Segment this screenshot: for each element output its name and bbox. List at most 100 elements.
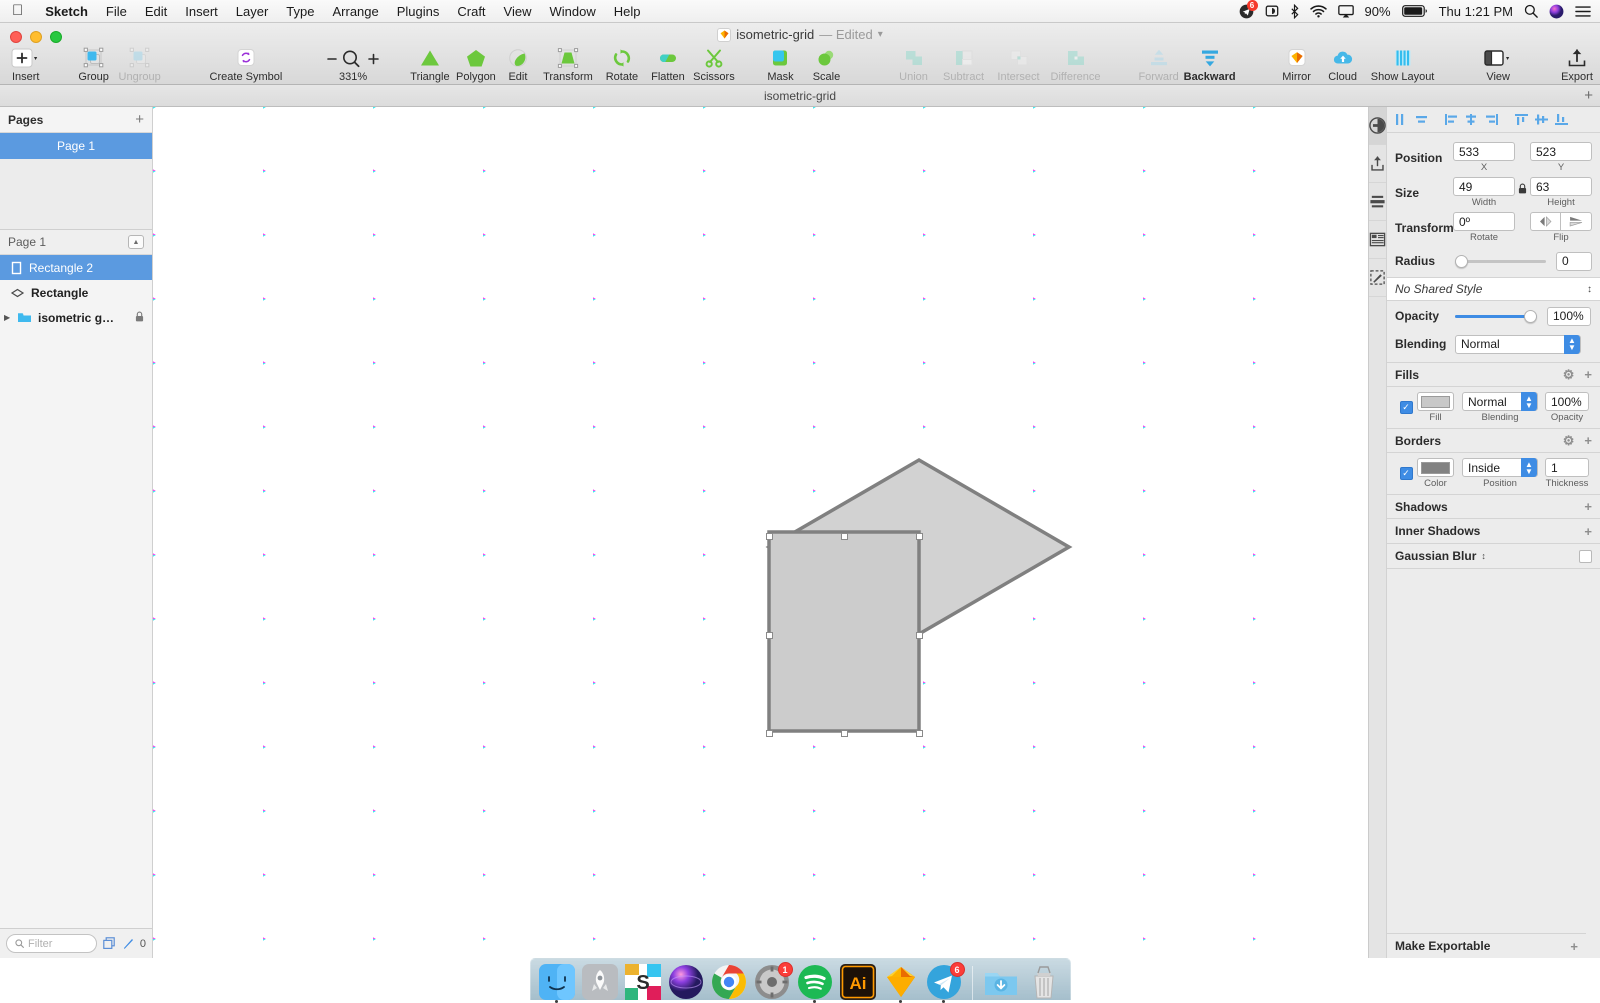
flip-vertical-icon[interactable] xyxy=(1561,212,1592,231)
toolbar-edit[interactable]: Edit xyxy=(499,45,537,83)
handle-top-left[interactable] xyxy=(766,533,773,540)
borders-gear-icon[interactable]: ⚙ xyxy=(1563,433,1575,449)
chevron-right-icon[interactable]: ▶ xyxy=(4,313,12,322)
distribute-h-icon[interactable] xyxy=(1463,112,1480,128)
distribute-v-icon[interactable] xyxy=(1533,112,1550,128)
layer-row-rectangle-2[interactable]: Rectangle 2 xyxy=(0,255,152,280)
fill-blending-select[interactable]: Normal ▲▼ xyxy=(1462,392,1538,411)
new-tab-button[interactable]: + xyxy=(1584,87,1593,104)
dock-app-finder[interactable] xyxy=(539,964,575,1000)
shape-selected-rectangle[interactable] xyxy=(769,532,919,731)
airplay-icon[interactable] xyxy=(1338,5,1354,18)
border-thickness-input[interactable]: 1 xyxy=(1545,458,1589,477)
handle-middle-right[interactable] xyxy=(916,632,923,639)
toolbar-scissors[interactable]: Scissors xyxy=(691,45,737,83)
handle-bottom-center[interactable] xyxy=(841,730,848,737)
dock-app-chrome[interactable] xyxy=(711,964,747,1000)
add-page-button[interactable]: + xyxy=(135,111,144,128)
menu-type[interactable]: Type xyxy=(277,0,323,23)
telegram-menu-icon[interactable]: 6 xyxy=(1239,4,1254,19)
toolbar-export[interactable]: Export xyxy=(1554,45,1600,83)
borders-add-button[interactable]: + xyxy=(1584,433,1592,449)
shadows-add-button[interactable]: + xyxy=(1584,499,1592,514)
dock-downloads-folder[interactable] xyxy=(983,964,1019,1000)
toolbar-backward[interactable]: Backward xyxy=(1183,45,1237,83)
fills-add-button[interactable]: + xyxy=(1584,367,1592,383)
cleanmymac-icon[interactable] xyxy=(1265,4,1279,18)
toolbar-mirror[interactable]: Mirror xyxy=(1274,45,1320,83)
handle-middle-left[interactable] xyxy=(766,632,773,639)
toolbar-scale[interactable]: Scale xyxy=(803,45,849,83)
lock-icon[interactable] xyxy=(135,311,144,325)
fills-gear-icon[interactable]: ⚙ xyxy=(1563,367,1575,383)
rotate-input[interactable]: 0º xyxy=(1453,212,1515,231)
align-center-h-icon[interactable] xyxy=(1413,112,1430,128)
dock-app-spotify[interactable] xyxy=(797,964,833,1000)
blur-type-stepper-icon[interactable]: ↕ xyxy=(1481,551,1486,561)
chevron-updown-icon[interactable]: ↕ xyxy=(1587,284,1592,295)
layer-row-rectangle[interactable]: Rectangle xyxy=(0,280,152,305)
pen-icon[interactable] xyxy=(122,937,134,950)
align-right-icon[interactable] xyxy=(1443,112,1460,128)
notification-center-icon[interactable] xyxy=(1575,5,1591,18)
make-exportable-add-button[interactable]: + xyxy=(1570,939,1578,954)
menu-sketch[interactable]: Sketch xyxy=(36,0,97,23)
border-position-select[interactable]: Inside ▲▼ xyxy=(1462,458,1538,477)
filter-input[interactable]: Filter xyxy=(6,934,97,953)
battery-icon[interactable] xyxy=(1402,5,1428,17)
menu-view[interactable]: View xyxy=(495,0,541,23)
opacity-slider-knob[interactable] xyxy=(1524,310,1537,323)
toolbar-cloud[interactable]: Cloud xyxy=(1320,45,1366,83)
collapse-layers-icon[interactable]: ▲ xyxy=(128,235,144,249)
gaussian-blur-checkbox[interactable] xyxy=(1579,550,1592,563)
toolbar-create-symbol[interactable]: Create Symbol xyxy=(201,45,291,83)
spotlight-search-icon[interactable] xyxy=(1524,4,1538,18)
handle-bottom-right[interactable] xyxy=(916,730,923,737)
dock-app-slack[interactable]: S xyxy=(625,964,661,1000)
toolbar-insert[interactable]: Insert xyxy=(3,45,49,83)
toolbar-transform[interactable]: Transform xyxy=(537,45,599,83)
menu-plugins[interactable]: Plugins xyxy=(388,0,449,23)
title-chevron-icon[interactable]: ▾ xyxy=(878,29,883,40)
fill-color-swatch[interactable] xyxy=(1417,392,1454,411)
blending-select[interactable]: Normal ▲▼ xyxy=(1455,335,1581,354)
toolbar-show-layout[interactable]: Show Layout xyxy=(1366,45,1440,83)
toolbar-view[interactable]: View xyxy=(1475,45,1521,83)
toolbar-polygon[interactable]: Polygon xyxy=(453,45,499,83)
export-panel-icon[interactable] xyxy=(1369,145,1386,183)
blending-stepper-icon[interactable]: ▲▼ xyxy=(1564,335,1580,354)
document-tab[interactable]: isometric-grid xyxy=(764,89,836,103)
menu-insert[interactable]: Insert xyxy=(176,0,227,23)
fill-blending-stepper-icon[interactable]: ▲▼ xyxy=(1521,392,1537,411)
dock-app-system-preferences[interactable]: 1 xyxy=(754,964,790,1000)
inspector-icon[interactable] xyxy=(1369,107,1386,145)
handle-top-right[interactable] xyxy=(916,533,923,540)
align-left-icon[interactable] xyxy=(1393,112,1410,128)
wifi-icon[interactable] xyxy=(1310,5,1327,18)
shared-style-row[interactable]: No Shared Style ↕ xyxy=(1387,277,1600,301)
radius-slider-knob[interactable] xyxy=(1455,255,1468,268)
menu-arrange[interactable]: Arrange xyxy=(323,0,387,23)
align-top-icon[interactable] xyxy=(1513,112,1530,128)
toolbar-rotate[interactable]: Rotate xyxy=(599,45,645,83)
duplicate-icon[interactable] xyxy=(103,937,116,950)
toolbar-flatten[interactable]: Flatten xyxy=(645,45,691,83)
fill-opacity-input[interactable]: 100% xyxy=(1545,392,1589,411)
style-panel-icon[interactable] xyxy=(1369,259,1386,297)
size-height-input[interactable]: 63 xyxy=(1530,177,1592,196)
position-y-input[interactable]: 523 xyxy=(1530,142,1592,161)
siri-icon[interactable] xyxy=(1549,4,1564,19)
handle-top-center[interactable] xyxy=(841,533,848,540)
dock-app-siri[interactable] xyxy=(668,964,704,1000)
flip-horizontal-icon[interactable] xyxy=(1530,212,1561,231)
align-right-edge-icon[interactable] xyxy=(1483,112,1500,128)
menu-layer[interactable]: Layer xyxy=(227,0,278,23)
lock-icon[interactable] xyxy=(1515,183,1530,194)
dock-app-telegram[interactable]: 6 xyxy=(926,964,962,1000)
toolbar-zoom[interactable]: 331% xyxy=(321,45,385,83)
dock-app-launchpad[interactable] xyxy=(582,964,618,1000)
page-item-page1[interactable]: Page 1 xyxy=(0,133,152,159)
menu-craft[interactable]: Craft xyxy=(448,0,494,23)
dock-trash[interactable] xyxy=(1026,964,1062,1000)
grid-panel-icon[interactable] xyxy=(1369,221,1386,259)
